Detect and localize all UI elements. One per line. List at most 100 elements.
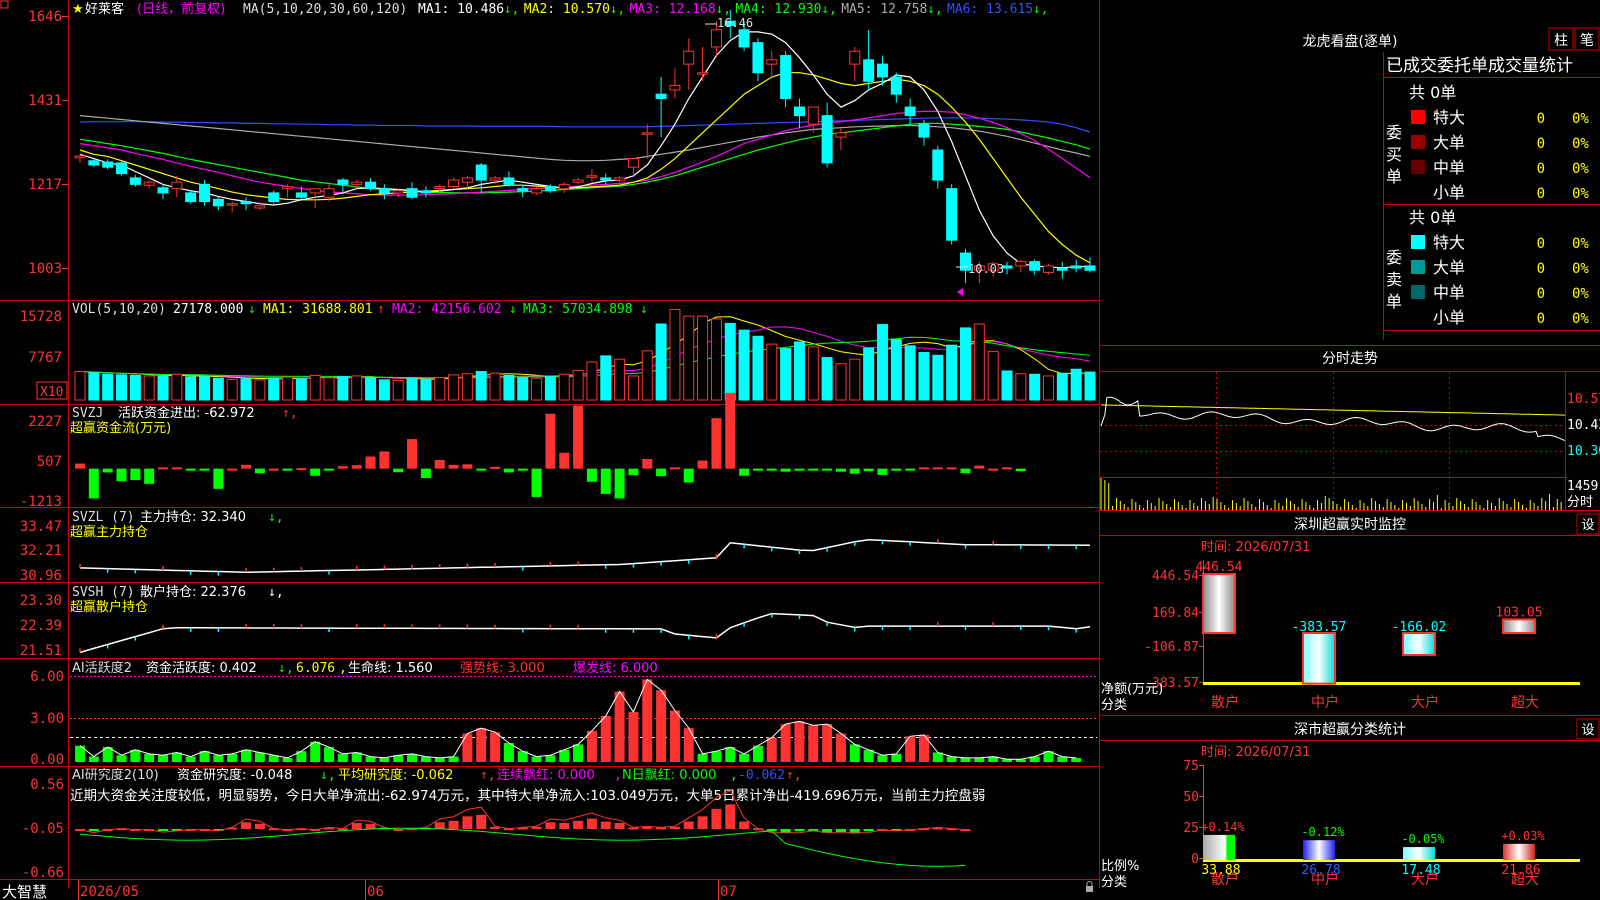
ma-legend-item: MA5: 12.758 bbox=[841, 2, 927, 17]
svzj-bar bbox=[241, 464, 252, 469]
order-color-swatch bbox=[1411, 135, 1425, 149]
ai1-item3: 生命线: 1.560 bbox=[348, 660, 433, 676]
ai2-item2: 平均研究度: -0.062 bbox=[338, 767, 453, 783]
chart-canvas[interactable]: ★ 好莱客 (日线，前复权) MA(5,10,20,30,60,120) MA1… bbox=[0, 0, 1600, 900]
candle-body bbox=[835, 132, 847, 138]
side-label: 卖 bbox=[1386, 270, 1402, 289]
svzj-bar bbox=[213, 468, 224, 489]
order-pct: 0% bbox=[1572, 236, 1589, 252]
category-bar bbox=[1403, 847, 1435, 860]
svzj-tick: 2227 bbox=[28, 414, 62, 430]
svsh-tick: 23.30 bbox=[20, 593, 62, 609]
candle-body bbox=[129, 177, 141, 185]
ai2-item5: -0.062 bbox=[738, 768, 785, 783]
candle-body bbox=[420, 190, 432, 194]
ai1-item2: 6.076 bbox=[296, 661, 335, 676]
side-label: 委 bbox=[1386, 123, 1402, 142]
svzj-bar bbox=[199, 468, 210, 471]
volume-bar bbox=[821, 357, 833, 401]
ai2-tick: 0.56 bbox=[30, 777, 64, 793]
volume-bar bbox=[489, 372, 501, 401]
candle-body bbox=[1015, 261, 1027, 267]
monitor-y-title: 净额(万元) bbox=[1101, 682, 1163, 697]
svzj-bar bbox=[324, 468, 335, 471]
candle-body bbox=[738, 29, 750, 48]
candle-body bbox=[254, 205, 266, 209]
lhb-panel[interactable]: 龙虎看盘(逐单) 柱 笔 已成交委托单成交量统计 共 0单委买单特大 0 0%大单 0… bbox=[1303, 27, 1600, 327]
volume-bar bbox=[1001, 370, 1013, 401]
monitor-time: 时间: 2026/07/31 bbox=[1201, 540, 1310, 555]
ai2-bar bbox=[794, 829, 805, 832]
svzj-bar bbox=[988, 468, 999, 471]
classify-y-title: 比例% bbox=[1101, 859, 1139, 874]
monitor-chart: 446.54169.84-106.87-383.57446.54散户-383.5… bbox=[1144, 560, 1580, 711]
candle-body bbox=[766, 59, 778, 65]
svsh-line bbox=[79, 612, 1091, 654]
ai1-bar bbox=[600, 715, 611, 762]
bar-change-label: +0.03% bbox=[1501, 829, 1545, 843]
svzl-pane[interactable]: SVZL (7) 主力持仓: 32.340 ↓, 超赢主力持仓 33.47 32… bbox=[20, 510, 1091, 584]
volume-bar bbox=[946, 344, 958, 401]
svzj-bar bbox=[420, 468, 431, 478]
vol-unit-label: X10 bbox=[40, 385, 63, 400]
candle-body bbox=[1042, 265, 1054, 273]
vol-bars bbox=[74, 308, 1096, 401]
order-pct: 0% bbox=[1572, 311, 1589, 327]
svzj-bar bbox=[822, 468, 833, 471]
candle-body bbox=[904, 106, 916, 117]
category-label: 大户 bbox=[1411, 694, 1439, 711]
classify-panel[interactable]: 深市超赢分类统计 设 时间: 2026/07/31 755025033.88+0… bbox=[1100, 718, 1600, 890]
price-pane[interactable]: ★ 好莱客 (日线，前复权) MA(5,10,20,30,60,120) MA1… bbox=[28, 1, 1096, 296]
date-label: 2026/05 bbox=[80, 884, 139, 900]
volume-bar bbox=[710, 318, 722, 401]
side-label: 买 bbox=[1386, 145, 1402, 164]
order-value: 0 bbox=[1537, 286, 1545, 302]
candle-body bbox=[378, 188, 390, 194]
ai-activity-pane[interactable]: AI活跃度2 资金活跃度: 0.402 ↓, 6.076 , 生命线: 1.56… bbox=[30, 660, 1097, 768]
svzj-pane[interactable]: SVZJ 活跃资金进出: -62.972 ↑, 超赢资金流(万元) 2227 5… bbox=[20, 392, 1026, 510]
svsh-pane[interactable]: SVSH (7) 散户持仓: 22.376 ↓, 超赢散户持仓 23.30 22… bbox=[20, 584, 1091, 659]
ai1-tick: 0.00 bbox=[30, 752, 64, 768]
y-tick: 0 bbox=[1191, 852, 1199, 867]
candle-body bbox=[572, 179, 584, 183]
svzj-bar bbox=[642, 459, 653, 469]
candle-body bbox=[752, 42, 764, 74]
volume-bar bbox=[973, 323, 985, 401]
volume-bar bbox=[212, 377, 224, 401]
ai-research-pane[interactable]: AI研究度2(10) 资金研究度: -0.048 ↓, 平均研究度: -0.06… bbox=[22, 767, 985, 881]
ai2-bar bbox=[683, 821, 694, 829]
category-label: 散户 bbox=[1211, 871, 1239, 888]
ai2-bar bbox=[739, 821, 750, 829]
intraday-vol-label: 1459 bbox=[1567, 479, 1598, 494]
y-tick: 25 bbox=[1183, 821, 1199, 836]
ai1-bar bbox=[503, 743, 514, 762]
intraday-title: 分时走势 bbox=[1322, 351, 1378, 367]
candle-body bbox=[116, 162, 128, 175]
candle-body bbox=[517, 188, 529, 192]
ai2-bar bbox=[614, 823, 625, 829]
footer-bar: 大智慧 2026/05 06 07 bbox=[2, 880, 1093, 900]
category-bar bbox=[1503, 843, 1535, 860]
svzj-bar bbox=[116, 468, 127, 482]
order-value: 0 bbox=[1537, 161, 1545, 177]
svzj-bar bbox=[75, 463, 85, 469]
candle-body bbox=[697, 72, 709, 75]
volume-pane[interactable]: VOL(5,10,20) 27178.000 ↓ MA1: 31688.801 … bbox=[20, 302, 1096, 401]
category-bar bbox=[1303, 633, 1335, 684]
volume-bar bbox=[434, 377, 446, 401]
ma-legend: MA1: 10.486 ↓, MA2: 10.570 ↓, MA3: 12.168 ↓, M… bbox=[418, 2, 1048, 17]
svzj-bar bbox=[877, 468, 888, 475]
monitor-panel[interactable]: 深圳超赢实时监控 设 时间: 2026/07/31 446.54 169.84 -1… bbox=[1100, 513, 1600, 713]
volume-bar bbox=[282, 376, 294, 401]
corner-button[interactable] bbox=[0, 0, 9, 9]
title-star-icon: ★ bbox=[72, 2, 84, 17]
intraday-panel[interactable]: 分时走势 10.57 10.43 10.30 1459 分时 bbox=[1100, 351, 1600, 510]
ai2-bar bbox=[600, 821, 611, 829]
volume-bar bbox=[88, 372, 100, 401]
category-bar bbox=[1203, 574, 1235, 633]
svzj-bar bbox=[586, 468, 597, 482]
category-label: 超大 bbox=[1511, 872, 1539, 888]
ai2-bar bbox=[462, 816, 473, 829]
svzj-bar bbox=[752, 468, 763, 471]
vol-tick: 15728 bbox=[20, 309, 62, 325]
